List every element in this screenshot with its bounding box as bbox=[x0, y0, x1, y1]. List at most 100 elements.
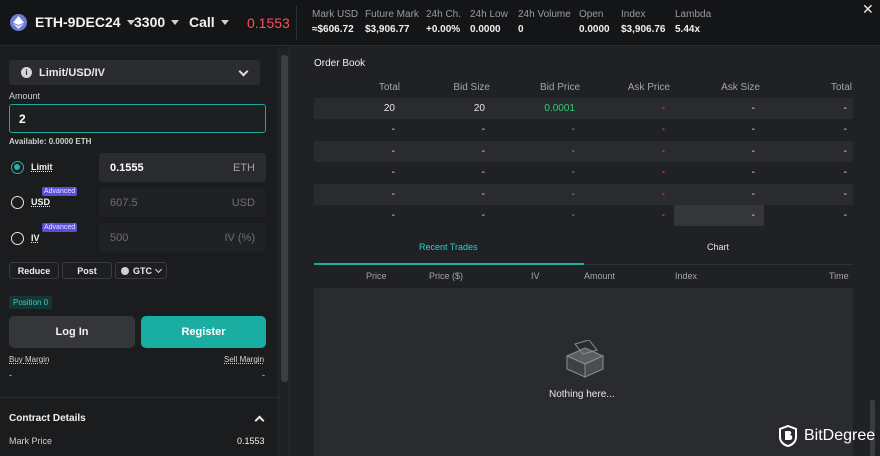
stat-24h-change: 24h Ch. +0.00% bbox=[426, 9, 461, 35]
strike-selector[interactable]: 3300 bbox=[134, 14, 180, 30]
position-badge: Position 0 bbox=[9, 296, 53, 309]
ob-total-ask: - bbox=[843, 167, 847, 179]
stat-label: Mark USD bbox=[312, 9, 359, 20]
time-in-force-dropdown[interactable]: GTC bbox=[115, 262, 167, 279]
post-button[interactable]: Post bbox=[62, 262, 112, 279]
ob-col-ask-size: Ask Size bbox=[721, 82, 760, 93]
stat-label: Future Mark bbox=[365, 9, 419, 20]
top-bar: ETH-9DEC24 3300 Call 0.1553 Mark USD ≈$6… bbox=[0, 0, 880, 46]
empty-box-icon bbox=[565, 340, 605, 378]
chevron-down-icon bbox=[171, 19, 180, 25]
reduce-button[interactable]: Reduce bbox=[9, 262, 59, 279]
ob-total-ask: - bbox=[843, 124, 847, 136]
usd-radio[interactable] bbox=[11, 196, 24, 209]
stat-value: ≈$606.72 bbox=[312, 24, 354, 35]
order-book-row[interactable]: ------ bbox=[314, 183, 853, 205]
iv-field[interactable]: 500 IV (%) bbox=[99, 223, 266, 252]
stat-value: $3,906.76 bbox=[621, 24, 666, 35]
divider bbox=[0, 397, 278, 398]
clock-icon bbox=[121, 266, 129, 275]
ob-ask-size: - bbox=[751, 167, 755, 179]
chevron-down-icon bbox=[238, 66, 249, 77]
ob-bid-size: - bbox=[481, 124, 485, 136]
usd-price-field[interactable]: 607.5 USD bbox=[99, 188, 266, 217]
close-icon[interactable]: ✕ bbox=[862, 2, 874, 16]
buy-margin-label: Buy Margin bbox=[9, 355, 50, 364]
ob-col-ask-price: Ask Price bbox=[627, 82, 670, 93]
stat-value: +0.00% bbox=[426, 24, 461, 35]
tab-chart[interactable]: Chart bbox=[707, 242, 729, 252]
buy-margin-value: - bbox=[9, 370, 12, 380]
order-book-row[interactable]: ------ bbox=[314, 119, 853, 140]
order-type-dropdown[interactable]: i Limit/USD/IV bbox=[9, 60, 260, 85]
usd-price-value: 607.5 bbox=[110, 196, 138, 209]
ob-total-ask: - bbox=[843, 210, 847, 221]
iv-radio[interactable] bbox=[11, 232, 24, 245]
stat-label: Open bbox=[579, 9, 604, 20]
option-type-selector[interactable]: Call bbox=[189, 14, 229, 30]
ob-bid-size: - bbox=[481, 210, 485, 221]
ob-ask-price: - bbox=[661, 103, 665, 114]
left-scrollbar[interactable] bbox=[278, 47, 290, 456]
amount-input[interactable]: 2 bbox=[9, 104, 266, 133]
limit-price-value: 0.1555 bbox=[110, 161, 144, 174]
divider bbox=[296, 6, 297, 40]
ob-col-total-bid: Total bbox=[378, 82, 400, 93]
instrument-selector[interactable]: ETH-9DEC24 bbox=[35, 14, 135, 30]
sell-margin-label: Sell Margin bbox=[224, 355, 265, 364]
ob-bid-price: - bbox=[571, 210, 575, 221]
register-button[interactable]: Register bbox=[141, 316, 266, 348]
ob-col-total-ask: Total bbox=[830, 82, 852, 93]
iv-value: 500 bbox=[110, 231, 129, 244]
order-book-title: Order Book bbox=[314, 58, 366, 69]
instrument-name: ETH-9DEC24 bbox=[35, 14, 121, 30]
login-button[interactable]: Log In bbox=[9, 316, 135, 348]
limit-price-field[interactable]: 0.1555 ETH bbox=[99, 153, 266, 182]
bitdegree-logo-icon bbox=[779, 425, 797, 447]
stat-lambda: Lambda 5.44x bbox=[675, 9, 711, 35]
limit-radio[interactable] bbox=[11, 161, 24, 174]
active-tab-indicator bbox=[314, 263, 584, 265]
order-book-row[interactable]: ------ bbox=[314, 205, 853, 226]
advanced-badge: Advanced bbox=[42, 187, 78, 196]
order-book-row[interactable]: 20 20 0.0001 - - - bbox=[314, 98, 853, 119]
chevron-down-icon bbox=[154, 265, 163, 273]
tif-value: GTC bbox=[133, 265, 152, 276]
ob-total-bid: 20 bbox=[383, 103, 395, 114]
ob-bid-size: - bbox=[481, 145, 485, 157]
ob-total-bid: - bbox=[391, 188, 395, 200]
ob-bid-price: - bbox=[571, 188, 575, 200]
ob-bid-price: - bbox=[571, 145, 575, 157]
trades-col-iv: IV bbox=[531, 271, 540, 281]
stat-value: 0.0000 bbox=[579, 24, 610, 35]
stat-index: Index $3,906.76 bbox=[621, 9, 666, 35]
ob-ask-size: - bbox=[751, 103, 755, 114]
stat-value: 0 bbox=[518, 24, 524, 35]
stat-label: Index bbox=[621, 9, 646, 20]
ob-ask-size: - bbox=[751, 124, 755, 136]
order-book-row[interactable]: ------ bbox=[314, 140, 853, 162]
ob-total-ask: - bbox=[843, 188, 847, 200]
stat-label: 24h Ch. bbox=[426, 9, 462, 20]
ob-ask-price: - bbox=[661, 124, 665, 136]
ob-bid-size: - bbox=[481, 167, 485, 179]
ob-col-bid-size: Bid Size bbox=[453, 82, 490, 93]
contract-details-title: Contract Details bbox=[9, 413, 86, 424]
chevron-down-icon bbox=[220, 19, 229, 25]
scroll-thumb[interactable] bbox=[281, 55, 288, 382]
ob-total-ask: - bbox=[843, 103, 847, 114]
order-book-row[interactable]: ------ bbox=[314, 162, 853, 183]
watermark-text: BitDegree bbox=[804, 427, 876, 444]
advanced-badge: Advanced bbox=[42, 223, 78, 232]
ob-total-bid: - bbox=[391, 167, 395, 179]
ob-bid-price: - bbox=[571, 167, 575, 179]
tab-underline bbox=[584, 264, 853, 265]
stat-24h-low: 24h Low 0.0000 bbox=[470, 9, 508, 35]
order-type-value: Limit/USD/IV bbox=[39, 66, 106, 79]
empty-state-text: Nothing here... bbox=[549, 389, 615, 400]
ob-bid-size: - bbox=[481, 188, 485, 200]
stat-label: Lambda bbox=[675, 9, 712, 20]
tab-recent-trades[interactable]: Recent Trades bbox=[419, 242, 478, 252]
trades-col-price: Price bbox=[366, 271, 387, 281]
ob-ask-size: - bbox=[751, 188, 755, 200]
